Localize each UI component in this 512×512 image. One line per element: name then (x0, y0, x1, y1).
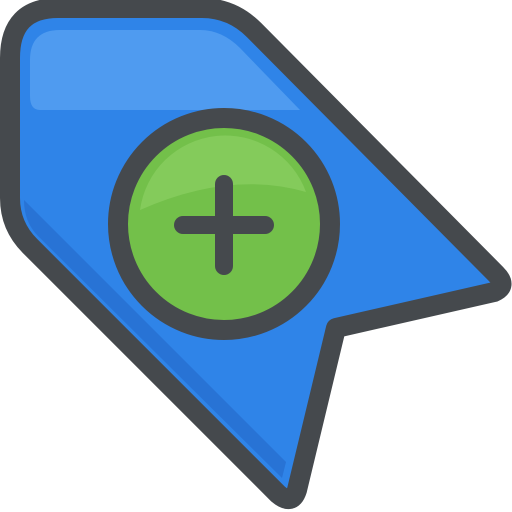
add-bookmark-tag-icon (0, 0, 512, 510)
add-badge (108, 108, 340, 340)
icon-canvas (0, 0, 512, 512)
